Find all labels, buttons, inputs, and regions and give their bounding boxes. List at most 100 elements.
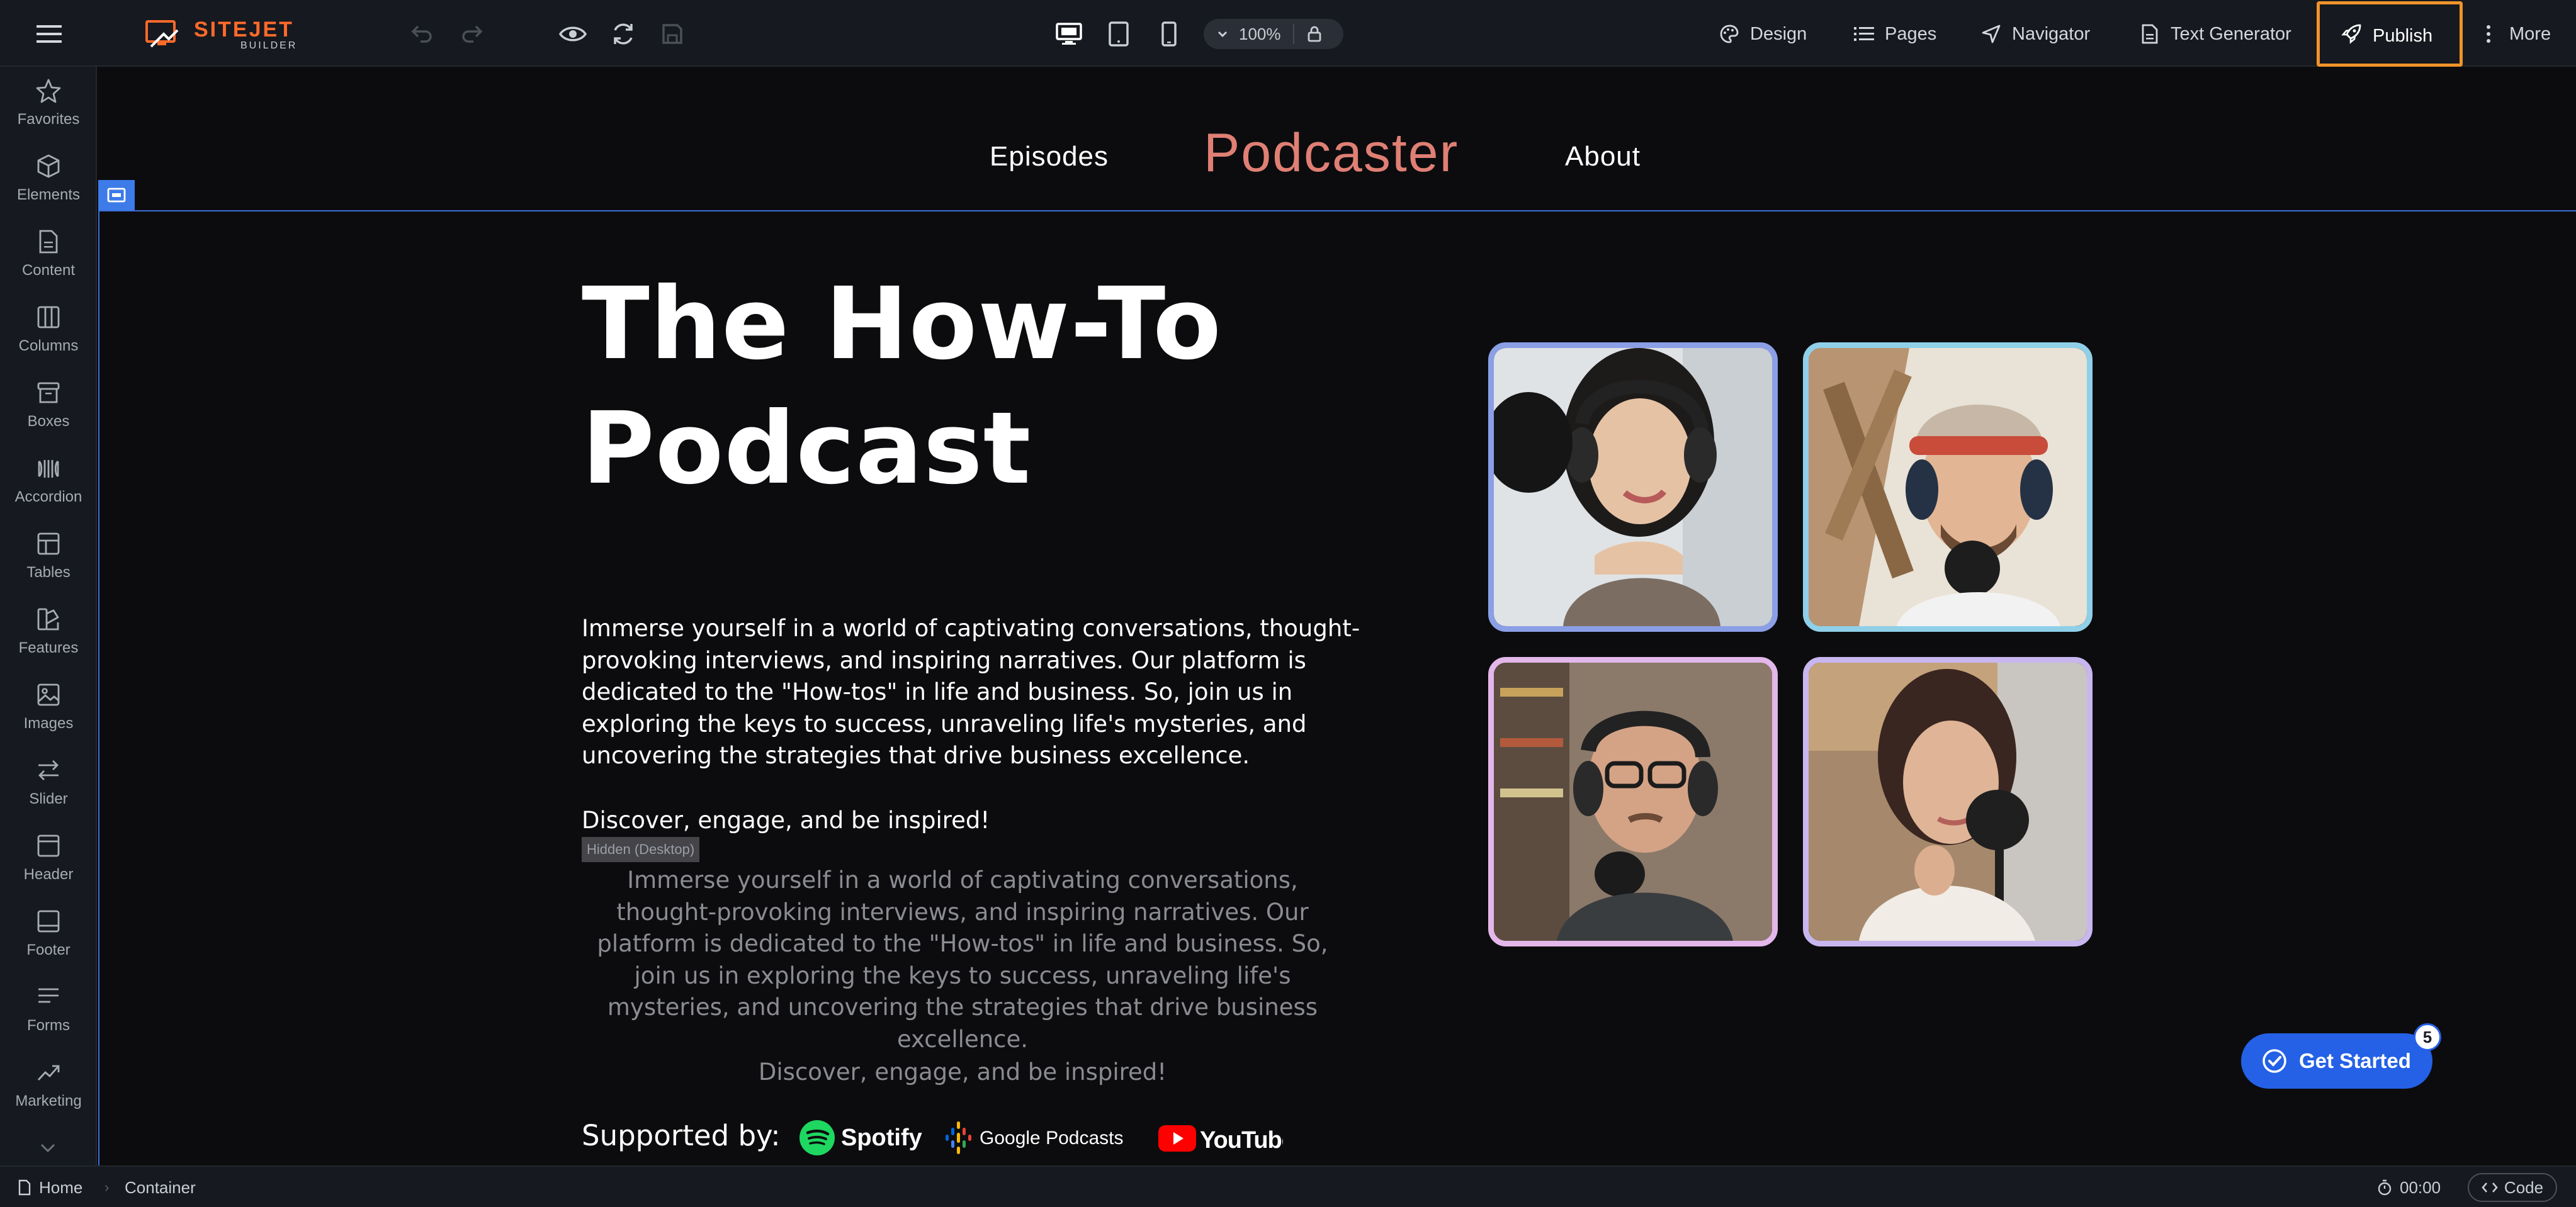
pages-label: Pages	[1885, 23, 1937, 44]
editor-canvas: Episodes Podcaster About The How-To Podc…	[98, 67, 2576, 1165]
nav-link-about[interactable]: About	[1565, 141, 1641, 172]
tablet-view-icon[interactable]	[1102, 18, 1136, 50]
navigator-button[interactable]: Navigator	[1980, 16, 2090, 52]
code-icon	[2482, 1182, 2498, 1193]
host-photo-woman-microphone[interactable]	[1488, 342, 1778, 632]
session-timer: 00:00	[2377, 1167, 2441, 1207]
sidebar-item-label: Images	[23, 715, 74, 732]
sidebar-item-label: Tables	[26, 564, 71, 581]
preview-eye-icon[interactable]	[554, 20, 592, 48]
sidebar-item-images[interactable]: Images	[0, 671, 97, 746]
host-photo-man-cap[interactable]	[1803, 342, 2093, 632]
document-text-icon	[2139, 23, 2161, 45]
sidebar-item-features[interactable]: Features	[0, 595, 97, 671]
more-button[interactable]: More	[2478, 16, 2551, 52]
host-photo-man-glasses[interactable]	[1488, 657, 1778, 946]
text-generator-button[interactable]: Text Generator	[2139, 16, 2291, 52]
timer-value: 00:00	[2400, 1177, 2441, 1197]
supported-by-label: Supported by:	[582, 1119, 781, 1152]
notification-badge: 5	[2414, 1023, 2441, 1051]
spotify-logo[interactable]: Spotify	[798, 1118, 930, 1158]
sidebar-item-label: Columns	[18, 337, 79, 354]
breadcrumb-separator: ›	[105, 1179, 110, 1195]
publish-highlight: Publish	[2317, 1, 2463, 67]
get-started-button[interactable]: Get Started	[2241, 1033, 2432, 1089]
hero-tagline[interactable]: Discover, engage, and be inspired!	[582, 807, 990, 834]
element-sidebar: Favorites Elements Content Columns Boxes…	[0, 67, 97, 1165]
zoom-level: 100%	[1239, 25, 1281, 43]
mobile-view-icon[interactable]	[1152, 18, 1186, 50]
redo-icon[interactable]	[456, 20, 488, 48]
logo-subtext: BUILDER	[240, 40, 298, 51]
sidebar-item-content[interactable]: Content	[0, 218, 97, 293]
host-photo-woman-smiling[interactable]	[1803, 657, 2093, 946]
container-selection-handle[interactable]	[98, 180, 135, 210]
text-generator-label: Text Generator	[2171, 23, 2291, 44]
save-icon[interactable]	[656, 19, 689, 49]
sidebar-item-accordion[interactable]: Accordion	[0, 444, 97, 520]
design-button[interactable]: Design	[1719, 16, 1807, 52]
sidebar-item-label: Favorites	[17, 111, 80, 128]
chevron-down-icon[interactable]	[1215, 26, 1230, 42]
breadcrumb-container[interactable]: Container	[125, 1167, 196, 1207]
sidebar-item-label: Slider	[29, 790, 68, 807]
google-podcasts-logo[interactable]: Google Podcasts	[946, 1118, 1147, 1158]
slider-icon	[35, 756, 62, 784]
box-icon	[35, 379, 62, 407]
sidebar-item-header[interactable]: Header	[0, 822, 97, 897]
undo-icon[interactable]	[406, 20, 438, 48]
sitejet-logo: SITEJET BUILDER	[145, 18, 308, 52]
more-label: More	[2509, 23, 2551, 44]
hero-title[interactable]: The How-To Podcast	[582, 262, 1400, 511]
youtube-logo[interactable]: YouTube	[1157, 1118, 1283, 1158]
accordion-icon	[35, 454, 62, 482]
sidebar-item-footer[interactable]: Footer	[0, 897, 97, 973]
pages-button[interactable]: Pages	[1853, 16, 1936, 52]
cube-icon	[35, 152, 62, 180]
sidebar-item-slider[interactable]: Slider	[0, 746, 97, 822]
table-icon	[35, 530, 62, 558]
site-brand[interactable]: Podcaster	[1204, 122, 1459, 184]
chevron-down-icon[interactable]	[35, 1137, 60, 1159]
sidebar-item-forms[interactable]: Forms	[0, 973, 97, 1048]
youtube-wordmark: YouTube	[1200, 1127, 1283, 1154]
sidebar-item-elements[interactable]: Elements	[0, 142, 97, 218]
get-started-label: Get Started	[2299, 1049, 2411, 1072]
hidden-description[interactable]: Immerse yourself in a world of captivati…	[582, 865, 1343, 1055]
publish-button[interactable]: Publish	[2341, 18, 2432, 53]
lock-icon[interactable]	[1306, 25, 1323, 43]
sidebar-item-favorites[interactable]: Favorites	[0, 67, 97, 142]
hidden-tagline[interactable]: Discover, engage, and be inspired!	[582, 1058, 1343, 1086]
sidebar-item-boxes[interactable]: Boxes	[0, 369, 97, 444]
document-icon	[18, 1179, 31, 1196]
breadcrumb-home[interactable]: Home	[18, 1167, 82, 1207]
zoom-control[interactable]: 100%	[1204, 19, 1343, 49]
image-icon	[35, 681, 62, 709]
code-button[interactable]: Code	[2468, 1173, 2557, 1202]
stopwatch-icon	[2378, 1179, 2392, 1196]
sidebar-item-columns[interactable]: Columns	[0, 293, 97, 369]
refresh-icon[interactable]	[606, 19, 641, 49]
features-icon	[35, 605, 62, 633]
sitejet-logo-icon	[145, 20, 179, 48]
navigator-label: Navigator	[2012, 23, 2091, 44]
header-icon	[35, 832, 62, 860]
sidebar-item-tables[interactable]: Tables	[0, 520, 97, 595]
rocket-icon	[2341, 23, 2363, 49]
navigation-arrow-icon	[1980, 23, 2002, 45]
code-label: Code	[2504, 1177, 2544, 1197]
spotify-wordmark: Spotify	[841, 1125, 922, 1151]
more-vertical-icon	[2478, 23, 2499, 45]
hero-description[interactable]: Immerse yourself in a world of captivati…	[582, 613, 1362, 772]
sidebar-item-label: Features	[18, 639, 79, 656]
sidebar-item-marketing[interactable]: Marketing	[0, 1048, 97, 1124]
publish-label: Publish	[2373, 25, 2433, 46]
check-badge-icon	[2262, 1049, 2286, 1073]
breadcrumb-home-label: Home	[39, 1177, 83, 1197]
palette-icon	[1719, 23, 1740, 45]
forms-icon	[35, 983, 62, 1011]
logo-text: SITEJET	[194, 18, 294, 42]
menu-icon[interactable]	[30, 19, 68, 49]
desktop-view-icon[interactable]	[1050, 18, 1088, 50]
nav-link-episodes[interactable]: Episodes	[990, 141, 1109, 172]
